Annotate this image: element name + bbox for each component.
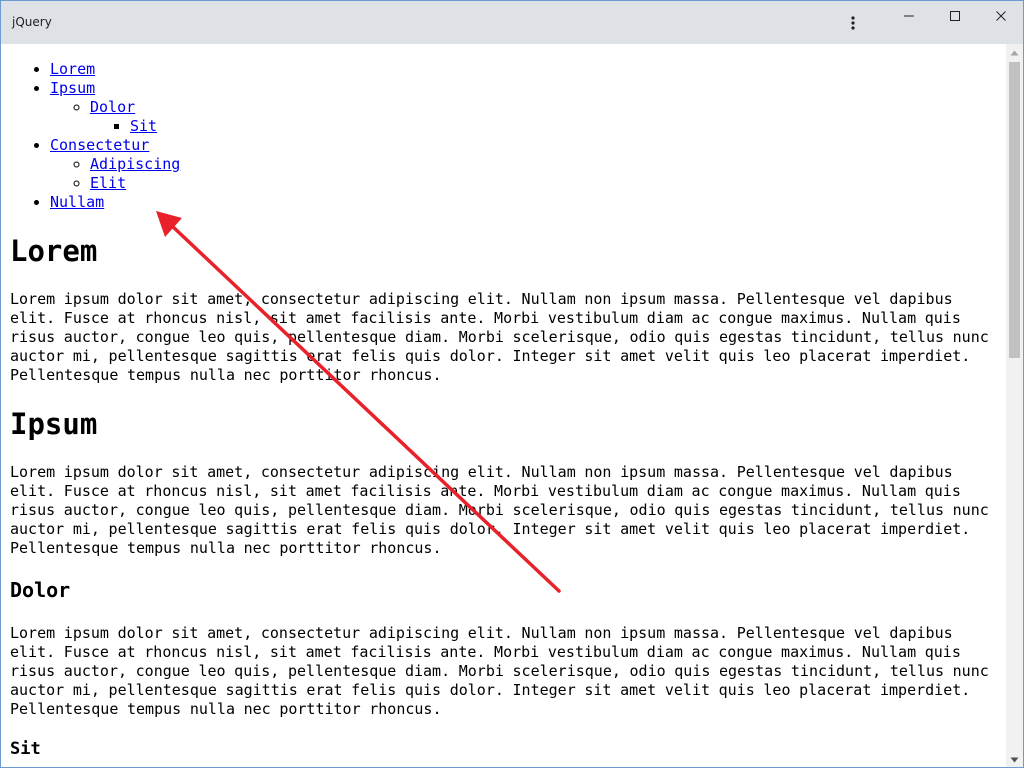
toc-link-sit[interactable]: Sit (130, 117, 157, 135)
browser-window: jQuery Lorem Ipsu (0, 0, 1024, 768)
close-icon (996, 11, 1006, 21)
heading-ipsum: Ipsum (10, 407, 98, 441)
toc-item-nullam: Nullam (50, 193, 1006, 212)
scroll-up-arrow-icon[interactable] (1010, 50, 1019, 56)
window-title: jQuery (12, 15, 52, 29)
toc-link-lorem[interactable]: Lorem (50, 60, 95, 78)
maximize-icon (950, 11, 960, 21)
title-bar[interactable]: jQuery (1, 1, 1023, 44)
toc-link-adipiscing[interactable]: Adipiscing (90, 155, 180, 173)
kebab-menu-icon (851, 16, 855, 30)
scroll-down-arrow-icon[interactable] (1010, 757, 1019, 763)
toc-item-consectetur: Consectetur Adipiscing Elit (50, 136, 1006, 193)
heading-lorem: Lorem (10, 234, 98, 268)
toc-item-ipsum: Ipsum Dolor Sit (50, 79, 1006, 136)
paragraph-lorem: Lorem ipsum dolor sit amet, consectetur … (10, 290, 989, 384)
close-button[interactable] (978, 1, 1023, 31)
heading-sit: Sit (10, 739, 41, 759)
toc-item-elit: Elit (90, 174, 1006, 193)
toc-item-dolor: Dolor Sit (90, 98, 1006, 136)
vertical-scrollbar[interactable] (1006, 44, 1023, 767)
toc-link-nullam[interactable]: Nullam (50, 193, 104, 211)
toc-link-consectetur[interactable]: Consectetur (50, 136, 149, 154)
toc-item-sit: Sit (130, 117, 1006, 136)
menu-button[interactable] (830, 10, 876, 36)
maximize-button[interactable] (932, 1, 978, 31)
toc-link-ipsum[interactable]: Ipsum (50, 79, 95, 97)
toc-item-lorem: Lorem (50, 60, 1006, 79)
toc-sublist-ipsum: Dolor Sit (50, 98, 1006, 136)
table-of-contents: Lorem Ipsum Dolor Sit Consectetur Adipis… (10, 60, 1006, 212)
scrollbar-thumb[interactable] (1009, 62, 1020, 358)
toc-link-elit[interactable]: Elit (90, 174, 126, 192)
paragraph-ipsum: Lorem ipsum dolor sit amet, consectetur … (10, 463, 989, 557)
page-content: Lorem Ipsum Dolor Sit Consectetur Adipis… (1, 44, 1006, 767)
minimize-button[interactable] (886, 1, 932, 31)
minimize-icon (904, 15, 914, 17)
toc-sublist-dolor: Sit (90, 117, 1006, 136)
toc-item-adipiscing: Adipiscing (90, 155, 1006, 174)
toc-link-dolor[interactable]: Dolor (90, 98, 135, 116)
toc-sublist-consectetur: Adipiscing Elit (50, 155, 1006, 193)
heading-dolor: Dolor (10, 578, 71, 602)
paragraph-dolor: Lorem ipsum dolor sit amet, consectetur … (10, 624, 989, 718)
